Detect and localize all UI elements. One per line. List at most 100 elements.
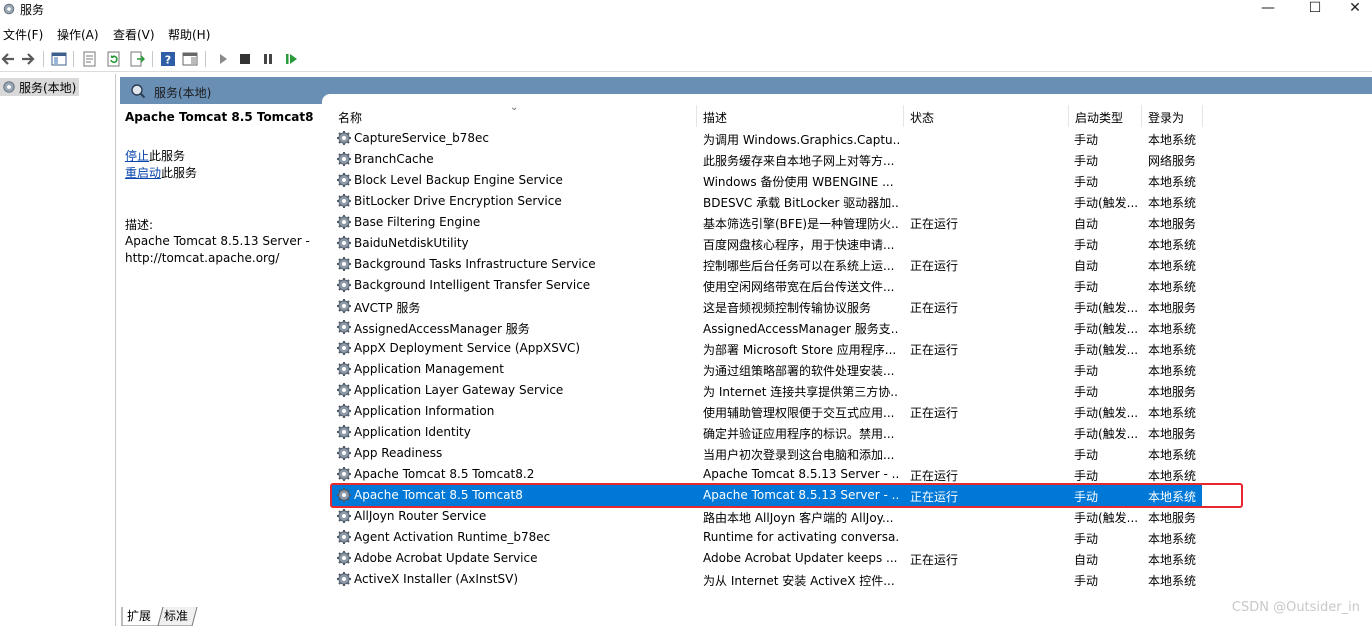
service-row[interactable]: App Readiness 当用户初次登录到这台电脑和添加... 手动 本地系统	[332, 443, 1202, 464]
service-gear-icon	[336, 529, 352, 545]
menu-action[interactable]: 操作(A)	[57, 26, 99, 43]
tab-standard[interactable]: 标准	[164, 607, 188, 626]
service-gear-icon	[336, 151, 352, 167]
show-console-tree-icon[interactable]	[51, 51, 67, 67]
service-startup-type-cell: 手动	[1074, 154, 1099, 168]
service-name-cell: Agent Activation Runtime_b78ec	[354, 530, 551, 544]
toolbar: ?	[0, 47, 1372, 72]
service-row[interactable]: BaiduNetdiskUtility 百度网盘核心程序，用于快速申请... 手动 本…	[332, 233, 1202, 254]
service-row[interactable]: ActiveX Installer (AxInstSV) 为从 Internet …	[332, 569, 1202, 590]
service-startup-type-cell: 手动(触发...	[1074, 301, 1139, 315]
close-button[interactable]: ✕	[1338, 0, 1372, 20]
stop-service-icon[interactable]	[237, 51, 253, 67]
pane-title: 服务(本地)	[154, 86, 212, 100]
properties-sheet-icon[interactable]	[82, 51, 98, 67]
service-row[interactable]: Application Information 使用辅助管理权限便于交互式应用..…	[332, 401, 1202, 422]
service-row[interactable]: Apache Tomcat 8.5 Tomcat8.2 Apache Tomcat…	[332, 464, 1202, 485]
service-name-cell: App Readiness	[354, 446, 443, 460]
restart-service-link[interactable]: 重启动	[125, 166, 161, 180]
service-logon-cell: 本地系统	[1148, 238, 1197, 252]
service-name-cell: AVCTP 服务	[354, 301, 421, 315]
service-logon-cell: 本地系统	[1148, 406, 1197, 420]
service-gear-icon	[336, 193, 352, 209]
service-startup-type-cell: 手动	[1074, 448, 1099, 462]
highlight-annotation-box	[330, 483, 1243, 508]
title-bar: 服务 — ☐ ✕	[0, 0, 1372, 20]
help-icon[interactable]: ?	[160, 51, 176, 67]
service-name-cell: BranchCache	[354, 152, 434, 166]
menu-file[interactable]: 文件(F)	[3, 26, 43, 43]
tree-node-services-local[interactable]: 服务(本地)	[0, 78, 80, 96]
console-tree: 服务(本地)	[0, 74, 116, 626]
service-logon-cell: 本地系统	[1148, 448, 1197, 462]
refresh-icon[interactable]	[106, 51, 122, 67]
service-gear-icon	[336, 571, 352, 587]
service-row[interactable]: AppX Deployment Service (AppXSVC) 为部署 Mic…	[332, 338, 1202, 359]
service-row[interactable]: AVCTP 服务 这是音频视频控制传输协议服务 正在运行 手动(触发... 本地服务	[332, 296, 1202, 317]
restart-service-icon[interactable]	[283, 51, 299, 67]
menu-help[interactable]: 帮助(H)	[168, 26, 210, 43]
start-service-icon[interactable]	[215, 51, 231, 67]
service-description-cell: 为通过组策略部署的软件处理安装...	[703, 364, 895, 378]
service-row[interactable]: Application Management 为通过组策略部署的软件处理安装...…	[332, 359, 1202, 380]
services-gear-icon	[3, 81, 15, 93]
service-row[interactable]: BitLocker Drive Encryption Service BDESVC…	[332, 191, 1202, 212]
service-startup-type-cell: 手动(触发...	[1074, 427, 1139, 441]
service-name-cell: Application Management	[354, 362, 504, 376]
show-action-pane-icon[interactable]	[182, 51, 198, 67]
service-description-cell: 这是音频视频控制传输协议服务	[703, 301, 872, 315]
minimize-button[interactable]: —	[1245, 0, 1291, 20]
magnifier-gear-icon	[131, 84, 146, 99]
service-row[interactable]: Application Identity 确定并验证应用程序的标识。禁用... 手动…	[332, 422, 1202, 443]
service-status-cell: 正在运行	[910, 259, 959, 273]
service-logon-cell: 本地服务	[1148, 385, 1197, 399]
column-header-status[interactable]: 状态	[904, 105, 1069, 127]
service-status-cell: 正在运行	[910, 301, 959, 315]
column-header-logon-as[interactable]: 登录为	[1142, 105, 1203, 127]
forward-arrow-icon[interactable]	[20, 51, 36, 67]
service-startup-type-cell: 手动	[1074, 469, 1099, 483]
service-name-cell: CaptureService_b78ec	[354, 131, 489, 145]
column-label-description: 描述	[703, 111, 728, 125]
sort-chevron-icon: ⌄	[510, 102, 519, 113]
services-gear-icon	[3, 3, 15, 15]
service-gear-icon	[336, 466, 352, 482]
tab-extended[interactable]: 扩展	[127, 607, 151, 626]
service-row[interactable]: Block Level Backup Engine Service Windows…	[332, 170, 1202, 191]
service-gear-icon	[336, 172, 352, 188]
service-row[interactable]: Application Layer Gateway Service 为 Inter…	[332, 380, 1202, 401]
service-row[interactable]: Adobe Acrobat Update Service Adobe Acroba…	[332, 548, 1202, 569]
stop-service-link[interactable]: 停止	[125, 149, 149, 163]
column-header-name[interactable]: 名称 ⌄	[332, 102, 697, 127]
service-row[interactable]: CaptureService_b78ec 为调用 Windows.Graphics…	[332, 128, 1202, 149]
service-gear-icon	[336, 361, 352, 377]
service-row[interactable]: Background Intelligent Transfer Service 使…	[332, 275, 1202, 296]
service-row[interactable]: Background Tasks Infrastructure Service 控…	[332, 254, 1202, 275]
service-gear-icon	[336, 298, 352, 314]
service-row[interactable]: Base Filtering Engine 基本筛选引擎(BFE)是一种管理防火.…	[332, 212, 1202, 233]
service-startup-type-cell: 手动	[1074, 532, 1099, 546]
back-arrow-icon[interactable]	[0, 51, 16, 67]
pause-service-icon[interactable]	[260, 51, 276, 67]
service-row[interactable]: AssignedAccessManager 服务 AssignedAccessMa…	[332, 317, 1202, 338]
service-row[interactable]: Agent Activation Runtime_b78ec Runtime fo…	[332, 527, 1202, 548]
service-logon-cell: 本地系统	[1148, 175, 1197, 189]
view-tabs: 扩展 标准	[120, 607, 1372, 626]
service-description-cell: 使用空闲网络带宽在后台传送文件...	[703, 280, 895, 294]
service-logon-cell: 本地系统	[1148, 133, 1197, 147]
maximize-button[interactable]: ☐	[1292, 0, 1338, 20]
column-header-startup-type[interactable]: 启动类型	[1069, 105, 1142, 127]
service-row[interactable]: BranchCache 此服务缓存来自本地子网上对等方... 手动 网络服务	[332, 149, 1202, 170]
service-startup-type-cell: 手动(触发...	[1074, 511, 1139, 525]
service-gear-icon	[336, 445, 352, 461]
service-gear-icon	[336, 319, 352, 335]
column-header-description[interactable]: 描述	[697, 105, 904, 127]
service-description-cell: 控制哪些后台任务可以在系统上运...	[703, 259, 895, 273]
export-list-icon[interactable]	[129, 51, 145, 67]
service-startup-type-cell: 自动	[1074, 259, 1099, 273]
service-row[interactable]: AllJoyn Router Service 路由本地 AllJoyn 客户端的 …	[332, 506, 1202, 527]
service-gear-icon	[336, 550, 352, 566]
service-logon-cell: 本地系统	[1148, 553, 1197, 567]
service-startup-type-cell: 手动(触发...	[1074, 322, 1139, 336]
menu-view[interactable]: 查看(V)	[113, 26, 155, 43]
